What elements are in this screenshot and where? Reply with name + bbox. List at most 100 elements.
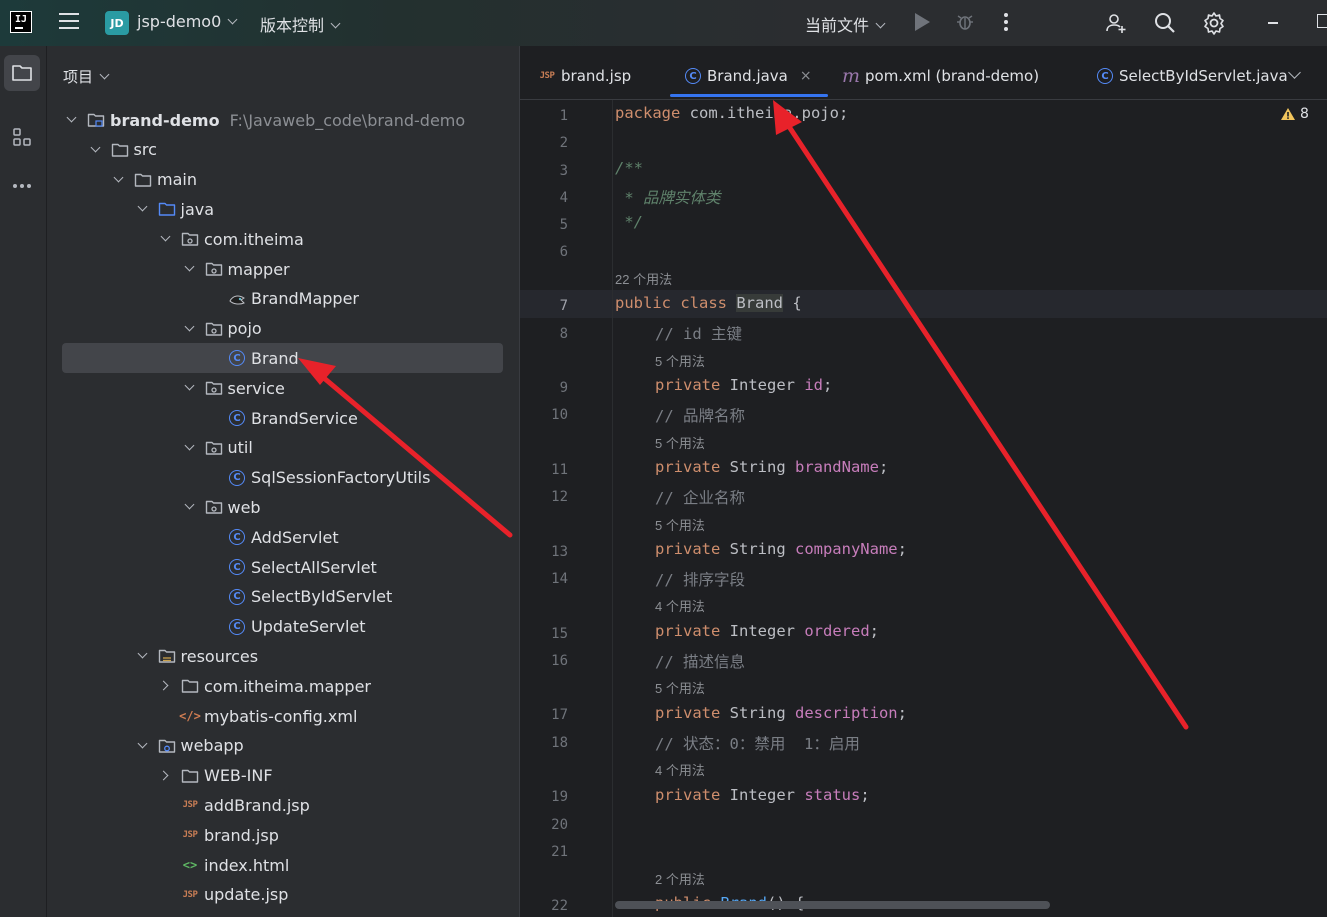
line-number[interactable]: 15 — [520, 626, 568, 642]
line-number[interactable]: 1 — [520, 108, 568, 124]
chevron-down-icon[interactable] — [65, 113, 79, 127]
tree-item[interactable]: C SqlSessionFactoryUtils — [206, 463, 430, 493]
project-panel-title[interactable]: 项目 — [63, 66, 110, 87]
tree-item[interactable]: main — [112, 165, 197, 195]
vcs-menu[interactable]: 版本控制 — [260, 12, 341, 36]
line-number[interactable]: 20 — [520, 817, 568, 833]
chevron-down-icon[interactable] — [183, 322, 197, 336]
code-line-1[interactable]: package com.itheima.pojo; — [615, 104, 848, 122]
line-number[interactable]: 19 — [520, 789, 568, 805]
code-line-11[interactable]: private String brandName; — [655, 458, 888, 476]
tree-item[interactable]: com.itheima — [159, 224, 304, 254]
usage-hint[interactable]: 5 个用法 — [655, 351, 705, 370]
line-number[interactable]: 7 — [520, 298, 568, 314]
code-line-4[interactable]: * 品牌实体类 — [615, 186, 720, 208]
usage-hint[interactable]: 5 个用法 — [655, 678, 705, 697]
tree-item[interactable]: util — [183, 433, 253, 463]
line-number[interactable]: 16 — [520, 653, 568, 669]
line-number[interactable]: 11 — [520, 462, 568, 478]
line-number[interactable]: 4 — [520, 190, 568, 206]
line-number[interactable]: 13 — [520, 544, 568, 560]
project-tool-button[interactable] — [4, 55, 40, 91]
horizontal-scrollbar[interactable] — [615, 901, 1050, 909]
line-number[interactable]: 12 — [520, 489, 568, 505]
minimize-button[interactable] — [1268, 22, 1278, 24]
tree-item[interactable]: C SelectAllServlet — [206, 552, 377, 582]
tree-item[interactable]: src — [89, 135, 157, 165]
chevron-down-icon[interactable] — [136, 739, 150, 753]
code-line-17[interactable]: private String description; — [655, 704, 907, 722]
code-line-5[interactable]: */ — [615, 213, 643, 231]
chevron-right-icon[interactable] — [159, 769, 173, 783]
run-config-selector[interactable]: 当前文件 — [805, 12, 886, 36]
chevron-down-icon[interactable] — [112, 173, 126, 187]
tree-item[interactable]: C SelectByIdServlet — [206, 582, 392, 612]
tree-item[interactable]: C BrandService — [206, 403, 358, 433]
tree-item[interactable]: C Brand — [62, 343, 503, 374]
search-icon[interactable] — [1153, 11, 1177, 35]
debug-icon[interactable] — [955, 12, 975, 32]
chevron-right-icon[interactable] — [159, 679, 173, 693]
line-number[interactable]: 22 — [520, 898, 568, 914]
tree-item[interactable]: WEB-INF — [159, 761, 273, 791]
code-line-19[interactable]: private Integer status; — [655, 786, 870, 804]
line-number[interactable]: 9 — [520, 380, 568, 396]
tree-item[interactable]: pojo — [183, 314, 262, 344]
tree-item[interactable]: </> mybatis-config.xml — [159, 701, 357, 731]
tree-item[interactable]: java — [136, 194, 214, 224]
line-number[interactable]: 18 — [520, 735, 568, 751]
tree-item[interactable]: JSP brand.jsp — [159, 820, 279, 850]
line-number-gutter[interactable]: 1 2 3 4 5 6 7 8 9 10 11 12 13 14 15 16 17 18 19 20 21 22 — [520, 100, 612, 917]
tree-item[interactable]: C UpdateServlet — [206, 612, 366, 642]
run-icon[interactable] — [915, 13, 930, 31]
line-number[interactable]: 2 — [520, 135, 568, 151]
code-line-8[interactable]: // id 主键 — [655, 322, 742, 344]
usage-hint[interactable]: 2 个用法 — [655, 869, 705, 888]
tab-brand-java[interactable]: C Brand.java × — [684, 64, 812, 88]
tree-item[interactable]: JSP addBrand.jsp — [159, 790, 310, 820]
project-selector[interactable]: jsp-demo0 — [137, 12, 238, 31]
code-line-7[interactable]: public class Brand { — [615, 294, 802, 312]
line-number[interactable]: 10 — [520, 407, 568, 423]
tree-item[interactable]: mapper — [183, 254, 290, 284]
tab-selectbyid-servlet[interactable]: C SelectByIdServlet.java — [1096, 64, 1288, 88]
chevron-down-icon[interactable] — [136, 202, 150, 216]
tree-item[interactable]: resources — [136, 641, 258, 671]
tree-item[interactable]: brand-demo F:\Javaweb_code\brand-demo — [65, 105, 465, 135]
code-line-9[interactable]: private Integer id; — [655, 376, 832, 394]
usage-hint[interactable]: 4 个用法 — [655, 760, 705, 779]
add-user-icon[interactable] — [1104, 11, 1128, 35]
settings-gear-icon[interactable] — [1202, 11, 1226, 35]
tree-item[interactable]: JSP update.jsp — [159, 880, 289, 910]
usage-hint[interactable]: 5 个用法 — [655, 515, 705, 534]
line-number[interactable]: 14 — [520, 571, 568, 587]
structure-tool-button[interactable] — [4, 119, 40, 155]
maximize-button[interactable] — [1317, 14, 1327, 28]
tree-item[interactable]: web — [183, 492, 261, 522]
line-number[interactable]: 5 — [520, 217, 568, 233]
tree-item[interactable]: webapp — [136, 731, 244, 761]
line-number[interactable]: 21 — [520, 844, 568, 860]
chevron-down-icon[interactable] — [183, 441, 197, 455]
tree-item[interactable]: BrandMapper — [206, 284, 359, 314]
line-number[interactable]: 8 — [520, 326, 568, 342]
code-line-18[interactable]: // 状态：0：禁用 1：启用 — [655, 732, 860, 754]
tree-item[interactable]: service — [183, 373, 285, 403]
code-line-10[interactable]: // 品牌名称 — [655, 404, 745, 426]
code-line-3[interactable]: /** — [615, 159, 643, 177]
project-badge[interactable]: JD — [105, 11, 129, 35]
line-number[interactable]: 3 — [520, 163, 568, 179]
tree-item[interactable]: com.itheima.mapper — [159, 671, 371, 701]
code-line-13[interactable]: private String companyName; — [655, 540, 907, 558]
chevron-down-icon[interactable] — [89, 143, 103, 157]
usage-hint[interactable]: 22 个用法 — [615, 269, 672, 288]
tabs-dropdown-chevron-icon[interactable] — [1288, 66, 1301, 79]
more-actions-icon[interactable] — [1004, 13, 1009, 34]
tab-brand-jsp[interactable]: JSP brand.jsp — [538, 64, 632, 88]
code-line-16[interactable]: // 描述信息 — [655, 650, 745, 672]
close-tab-icon[interactable]: × — [800, 68, 812, 84]
code-line-15[interactable]: private Integer ordered; — [655, 622, 879, 640]
chevron-down-icon[interactable] — [183, 262, 197, 276]
chevron-down-icon[interactable] — [183, 500, 197, 514]
main-menu-icon[interactable] — [59, 13, 79, 31]
